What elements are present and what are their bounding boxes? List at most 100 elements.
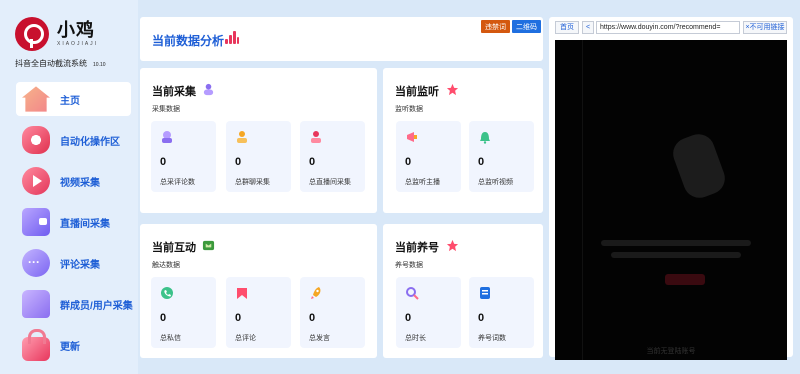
stat-label: 总监听主播: [405, 179, 440, 186]
app-version: 10.10: [93, 62, 106, 68]
unavailable-link-button[interactable]: ×不可用链接: [743, 20, 787, 34]
stat-card: 0 养号词数: [469, 277, 534, 348]
stat-label: 总私信: [160, 335, 181, 342]
sidebar-item-label: 评论采集: [60, 259, 100, 271]
qrcode-button[interactable]: 二维码: [512, 20, 541, 33]
browser-viewport[interactable]: [555, 40, 787, 360]
home-icon: [22, 86, 50, 112]
sidebar-item-label: 主页: [60, 95, 80, 107]
sidebar-item-member-collect[interactable]: 群成员/用户采集: [16, 287, 133, 321]
stat-label: 养号词数: [478, 335, 506, 342]
stat-card: 0 总采评论数: [151, 121, 216, 192]
stat-card: 0 总发言: [300, 277, 365, 348]
stat-label: 总直播间采集: [309, 179, 351, 186]
card-title: 当前互动: [152, 242, 196, 254]
sidebar-item-label: 群成员/用户采集: [60, 300, 133, 312]
chat-icon: [22, 249, 50, 277]
card-title: 当前监听: [395, 86, 439, 98]
stat-card: 0 总监听视频: [469, 121, 534, 192]
browser-panel: 首页 < https://www.douyin.com/?recommend= …: [549, 17, 793, 360]
document-icon: [480, 287, 490, 299]
star-icon: [446, 83, 459, 96]
group-icon: [22, 290, 50, 318]
stat-value: 0: [309, 156, 316, 168]
bookmark-icon: [237, 288, 247, 299]
phone-icon: [161, 287, 173, 299]
stat-value: 0: [160, 312, 167, 324]
star-icon: [446, 239, 459, 252]
card-title: 当前采集: [152, 86, 196, 98]
interact-card: 当前互动 触达数据 0 总私信 0 总评论 0 总发言: [140, 224, 377, 358]
browser-back-button[interactable]: <: [582, 20, 594, 34]
stat-card: 0 总私信: [151, 277, 216, 348]
stat-card: 0 总群聊采集: [226, 121, 291, 192]
browser-toolbar: 首页 < https://www.douyin.com/?recommend= …: [555, 20, 787, 34]
sidebar-item-label: 更新: [60, 341, 80, 353]
page-title: 当前数据分析: [152, 34, 225, 48]
card-subtitle: 监听数据: [395, 106, 423, 113]
sidebar-item-update[interactable]: 更新: [16, 328, 131, 362]
swipe-hand-icon: [668, 129, 730, 203]
browser-home-button[interactable]: 首页: [555, 20, 579, 34]
stat-value: 0: [478, 312, 485, 324]
login-status: 当前无登陆账号: [646, 348, 696, 355]
app-subtitle: 抖音全自动截流系统 10.10: [15, 58, 106, 69]
collect-icon: [203, 83, 214, 96]
stat-card: 0 总时长: [396, 277, 461, 348]
stat-label: 总群聊采集: [235, 179, 270, 186]
sidebar-item-label: 视频采集: [60, 177, 100, 189]
sidebar-item-label: 直播间采集: [60, 218, 110, 230]
stat-value: 0: [235, 312, 242, 324]
sidebar-nav: 主页 自动化操作区 视频采集 直播间采集 评论采集 群成员/用户采集 更新: [16, 82, 133, 369]
brand: 小鸡 XIAOJIAJI: [15, 17, 98, 51]
lock-icon: [22, 329, 50, 361]
bell-icon: [480, 132, 490, 144]
play-icon: [22, 167, 50, 195]
sidebar-item-automation[interactable]: 自动化操作区: [16, 123, 131, 157]
stat-value: 0: [160, 156, 167, 168]
sidebar-item-comment-collect[interactable]: 评论采集: [16, 246, 131, 280]
card-title: 当前养号: [395, 242, 439, 254]
stat-value: 0: [405, 156, 412, 168]
bar-chart-icon: [225, 31, 239, 44]
card-subtitle: 养号数据: [395, 262, 423, 269]
card-subtitle: 采集数据: [152, 106, 180, 113]
stat-value: 0: [478, 156, 485, 168]
header-panel: 当前数据分析 违禁词 二维码: [140, 17, 543, 61]
stat-label: 总采评论数: [160, 179, 195, 186]
monitor-card: 当前监听 监听数据 0 总监听主播 0 总监听视频: [383, 68, 543, 213]
stat-card: 0 总评论: [226, 277, 291, 348]
stat-value: 0: [405, 312, 412, 324]
rocket-icon: [311, 287, 321, 299]
stat-label: 总监听视频: [478, 179, 513, 186]
stat-value: 0: [235, 156, 242, 168]
gear-icon: [22, 126, 50, 154]
collect-card: 当前采集 采集数据 0 总采评论数 0 总群聊采集 0 总直播间采集: [140, 68, 377, 213]
stat-label: 总发言: [309, 335, 330, 342]
sidebar-item-home[interactable]: 主页: [16, 82, 131, 116]
sidebar-item-video-collect[interactable]: 视频采集: [16, 164, 131, 198]
magnifier-icon: [406, 287, 419, 300]
nurture-card: 当前养号 养号数据 0 总时长 0 养号词数: [383, 224, 543, 358]
streamer-icon: [311, 131, 321, 143]
megaphone-icon: [407, 132, 417, 142]
sidebar-item-live-collect[interactable]: 直播间采集: [16, 205, 131, 239]
browser-url-input[interactable]: https://www.douyin.com/?recommend=: [596, 20, 740, 34]
logo-icon: [15, 17, 49, 51]
wallet-icon: [22, 208, 50, 236]
stack-icon: [162, 131, 172, 143]
app-subtitle-text: 抖音全自动截流系统: [15, 59, 87, 68]
sidebar-item-label: 自动化操作区: [60, 136, 120, 148]
stat-value: 0: [309, 312, 316, 324]
blocked-words-button[interactable]: 违禁词: [481, 20, 510, 33]
viewport-sidebar: [555, 40, 583, 360]
stat-label: 总评论: [235, 335, 256, 342]
user-icon: [237, 131, 247, 143]
stat-label: 总时长: [405, 335, 426, 342]
brand-sub: XIAOJIAJI: [57, 41, 99, 47]
stat-card: 0 总直播间采集: [300, 121, 365, 192]
flag-icon: [202, 240, 215, 251]
card-subtitle: 触达数据: [152, 262, 180, 269]
stat-card: 0 总监听主播: [396, 121, 461, 192]
viewport-action-button: [665, 274, 705, 285]
